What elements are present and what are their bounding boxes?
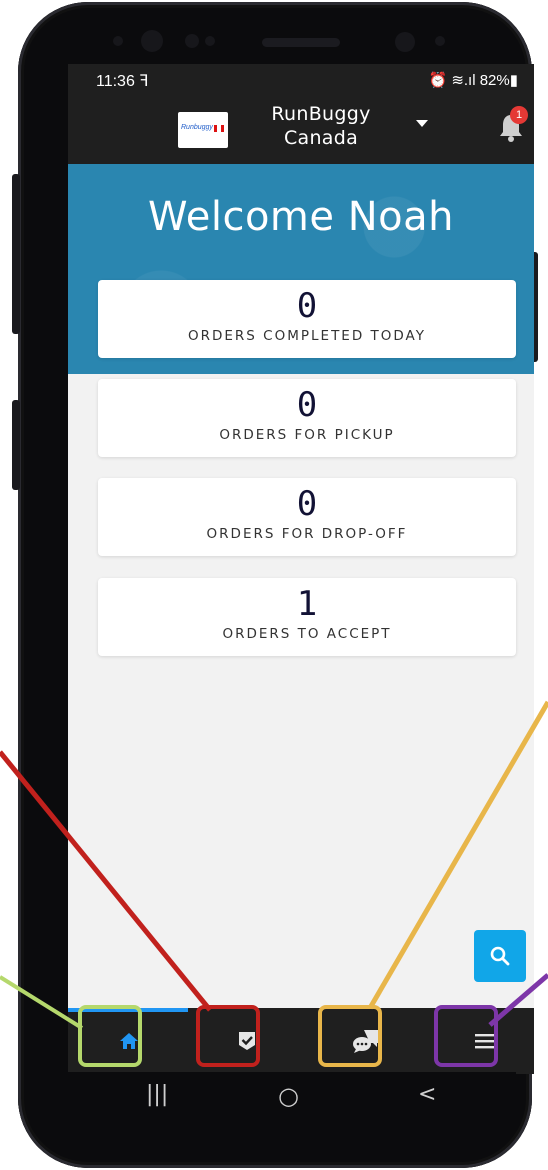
bixby-button xyxy=(12,400,20,490)
search-button[interactable] xyxy=(474,930,526,982)
stat-card-pickup[interactable]: 0 ORDERS FOR PICKUP xyxy=(98,379,516,457)
stat-label: ORDERS COMPLETED TODAY xyxy=(188,328,426,344)
earpiece-speaker xyxy=(262,38,340,47)
highlight-home xyxy=(78,1005,142,1067)
back-button[interactable]: < xyxy=(418,1082,436,1107)
highlight-menu xyxy=(434,1005,498,1067)
account-subtitle: Canada xyxy=(283,127,359,149)
notifications-button[interactable]: 1 xyxy=(498,106,528,142)
notification-badge: 1 xyxy=(510,106,528,124)
app-header: Runbuggy RunBuggy Canada 1 xyxy=(68,96,534,164)
highlight-orders xyxy=(196,1005,260,1067)
status-time: 11:36 ꟻ xyxy=(96,73,149,90)
status-bar: 11:36 ꟻ ⏰ ≋.ıl 82%▮ xyxy=(68,64,534,96)
stat-card-to-accept[interactable]: 1 ORDERS TO ACCEPT xyxy=(98,578,516,656)
account-selector[interactable]: RunBuggy Canada xyxy=(246,102,396,150)
stat-label: ORDERS TO ACCEPT xyxy=(222,626,392,642)
stat-value: 0 xyxy=(296,484,318,524)
recents-button[interactable]: ||| xyxy=(146,1082,168,1107)
highlight-chat xyxy=(318,1005,382,1067)
app-screen: 11:36 ꟻ ⏰ ≋.ıl 82%▮ Runbuggy RunBuggy Ca… xyxy=(68,64,534,1074)
stat-card-completed-today[interactable]: 0 ORDERS COMPLETED TODAY xyxy=(98,280,516,358)
search-icon xyxy=(490,946,510,966)
stat-label: ORDERS FOR DROP-OFF xyxy=(206,526,408,542)
home-system-button[interactable]: ○ xyxy=(278,1082,299,1110)
stat-value: 1 xyxy=(296,584,318,624)
stat-value: 0 xyxy=(296,286,318,326)
phone-frame: 11:36 ꟻ ⏰ ≋.ıl 82%▮ Runbuggy RunBuggy Ca… xyxy=(12,2,538,1168)
chevron-down-icon[interactable] xyxy=(416,120,428,127)
runbuggy-logo: Runbuggy xyxy=(178,112,228,148)
account-title: RunBuggy xyxy=(271,103,371,125)
stat-card-dropoff[interactable]: 0 ORDERS FOR DROP-OFF xyxy=(98,478,516,556)
sync-icon: ꟻ xyxy=(139,73,149,90)
stat-label: ORDERS FOR PICKUP xyxy=(219,427,395,443)
volume-button xyxy=(12,174,20,334)
welcome-title: Welcome Noah xyxy=(148,194,454,240)
system-navigation-bar: ||| ○ < xyxy=(50,1072,516,1122)
stat-value: 0 xyxy=(296,385,318,425)
canada-flag-icon xyxy=(214,125,224,132)
status-icons: ⏰ ≋.ıl 82%▮ xyxy=(428,72,518,89)
